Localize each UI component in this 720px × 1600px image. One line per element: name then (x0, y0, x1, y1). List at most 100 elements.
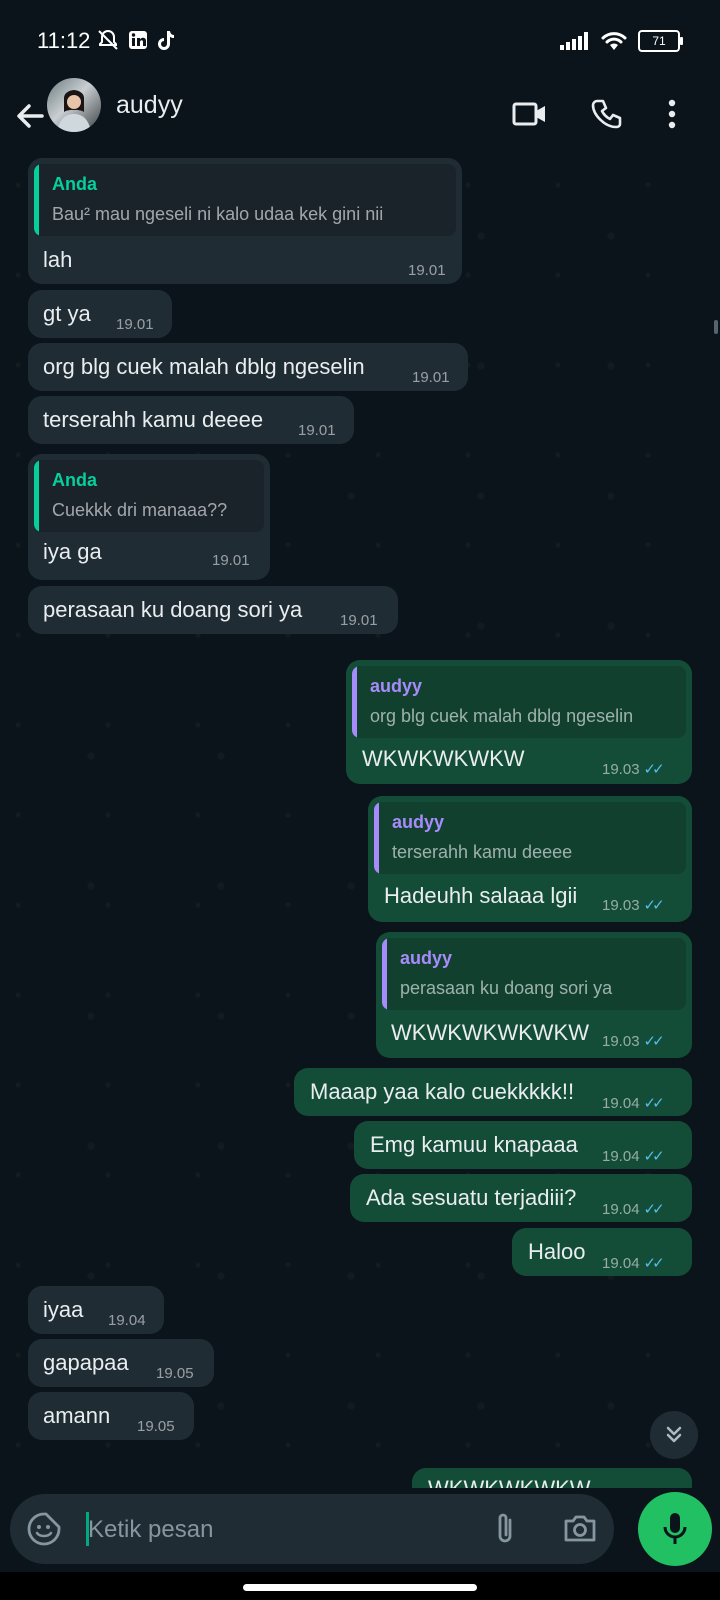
back-arrow-icon (17, 104, 44, 128)
quoted-text: perasaan ku doang sori ya (400, 978, 613, 998)
message-bubble-incoming[interactable]: Anda Bau² mau ngeseli ni kalo udaa kek g… (28, 158, 462, 284)
message-text: iya ga (43, 539, 102, 564)
message-bubble-outgoing[interactable]: audyy perasaan ku doang sori ya WKWKWKWK… (376, 932, 692, 1058)
system-nav-bar (0, 1572, 720, 1600)
voice-call-icon (591, 99, 622, 129)
message-time: 19.03 ✓✓ (602, 760, 665, 779)
quoted-message[interactable]: Anda Bau² mau ngeseli ni kalo udaa kek g… (34, 164, 456, 236)
back-button[interactable] (10, 96, 50, 136)
message-text: org blg cuek malah dblg ngeselin (43, 354, 365, 379)
attach-button[interactable] (490, 1510, 520, 1553)
battery-indicator: 71 (638, 30, 683, 52)
message-text: amann (43, 1403, 111, 1428)
chat-header: audyy (0, 78, 720, 158)
status-bar: 11:12 71 (0, 0, 720, 78)
contact-avatar[interactable] (47, 78, 101, 132)
quoted-text: terserahh kamu deeee (392, 842, 573, 862)
voice-message-button[interactable] (638, 1492, 712, 1566)
message-bubble-incoming[interactable]: amann 19.05 (28, 1392, 194, 1440)
message-time: 19.05 (137, 1418, 175, 1435)
message-text: Hadeuhh salaaa lgii (384, 883, 578, 908)
message-bubble-incoming[interactable]: org blg cuek malah dblg ngeselin 19.01 (28, 343, 468, 391)
more-vert-icon (668, 99, 676, 129)
message-bubble-outgoing[interactable]: Maaap yaa kalo cuekkkkk!! 19.04 ✓✓ (294, 1068, 692, 1116)
message-time: 19.01 (412, 369, 450, 386)
message-bubble-incoming[interactable]: Anda Cuekkk dri manaaa?? iya ga 19.01 (28, 454, 270, 580)
message-bubble-incoming[interactable]: gt ya 19.01 (28, 290, 172, 338)
message-text: Haloo (528, 1239, 586, 1264)
message-text: lah (43, 247, 73, 272)
mic-icon (663, 1513, 687, 1544)
message-time: 19.01 (408, 262, 446, 279)
quoted-message[interactable]: audyy perasaan ku doang sori ya (382, 938, 686, 1010)
message-bubble-outgoing[interactable]: Emg kamuu knapaaa 19.04 ✓✓ (354, 1121, 692, 1169)
message-bubble-incoming[interactable]: iyaa 19.04 (28, 1286, 164, 1334)
message-text: iyaa (43, 1297, 84, 1322)
quoted-author: Anda (52, 174, 97, 194)
more-options-button[interactable] (650, 92, 694, 136)
voice-call-button[interactable] (584, 92, 628, 136)
message-input[interactable]: Ketik pesan (88, 1516, 213, 1544)
message-text: terserahh kamu deeee (43, 407, 264, 432)
scrollbar[interactable] (714, 320, 718, 334)
emoji-button[interactable] (26, 1511, 62, 1552)
read-ticks-icon: ✓✓ (643, 1201, 665, 1218)
message-text: WKWKWKWKW (362, 746, 525, 771)
mute-bell-icon (98, 29, 118, 50)
contact-name[interactable]: audyy (116, 91, 183, 120)
quoted-author: audyy (392, 812, 445, 832)
video-call-button[interactable] (508, 92, 552, 136)
sticker-icon (27, 1512, 61, 1546)
quoted-author: Anda (52, 470, 97, 490)
message-text: WKWKWKWKWKW (391, 1020, 589, 1045)
tiktok-icon (158, 31, 174, 50)
read-ticks-icon: ✓✓ (643, 761, 665, 778)
read-ticks-icon: ✓✓ (643, 1255, 665, 1272)
message-time: 19.03 ✓✓ (602, 1032, 665, 1051)
message-time: 19.01 (116, 316, 154, 333)
status-time: 11:12 (37, 28, 91, 53)
message-text: Ada sesuatu terjadiii? (366, 1185, 577, 1210)
read-ticks-icon: ✓✓ (643, 1095, 665, 1112)
message-bubble-incoming[interactable]: gapapaa 19.05 (28, 1339, 214, 1387)
read-ticks-icon: ✓✓ (643, 1148, 665, 1165)
message-bubble-outgoing[interactable]: audyy org blg cuek malah dblg ngeselin W… (346, 660, 692, 784)
quoted-author: audyy (400, 948, 453, 968)
attach-icon (498, 1513, 512, 1543)
message-time: 19.04 ✓✓ (602, 1200, 665, 1219)
message-time: 19.04 (108, 1312, 146, 1329)
quoted-message[interactable]: audyy terserahh kamu deeee (374, 802, 686, 874)
double-chevron-down-icon (666, 1426, 682, 1443)
quoted-message[interactable]: Anda Cuekkk dri manaaa?? (34, 460, 264, 532)
message-bubble-outgoing[interactable]: audyy terserahh kamu deeee Hadeuhh salaa… (368, 796, 692, 922)
message-time: 19.03 ✓✓ (602, 896, 665, 915)
message-text: Emg kamuu knapaaa (370, 1132, 578, 1157)
message-text: Maaap yaa kalo cuekkkkk!! (310, 1079, 575, 1104)
linkedin-icon (129, 31, 147, 49)
camera-icon (564, 1515, 596, 1542)
read-ticks-icon: ✓✓ (643, 1033, 665, 1050)
read-ticks-icon: ✓✓ (643, 897, 665, 914)
message-bubble-incoming[interactable]: perasaan ku doang sori ya 19.01 (28, 586, 398, 634)
message-text: perasaan ku doang sori ya (43, 597, 303, 622)
message-bubble-outgoing[interactable]: WKWKWKWKW (412, 1468, 692, 1488)
message-text: gapapaa (43, 1350, 129, 1375)
camera-button[interactable] (562, 1512, 598, 1549)
quoted-author: audyy (370, 676, 423, 696)
message-time: 19.04 ✓✓ (602, 1254, 665, 1273)
scroll-to-bottom-button[interactable] (650, 1411, 698, 1459)
message-time: 19.04 ✓✓ (602, 1094, 665, 1113)
message-time: 19.04 ✓✓ (602, 1147, 665, 1166)
message-time: 19.05 (156, 1365, 194, 1382)
message-time: 19.01 (298, 422, 336, 439)
message-bubble-outgoing[interactable]: Ada sesuatu terjadiii? 19.04 ✓✓ (350, 1174, 692, 1222)
chat-area[interactable]: Anda Bau² mau ngeseli ni kalo udaa kek g… (0, 158, 720, 1488)
quoted-message[interactable]: audyy org blg cuek malah dblg ngeselin (352, 666, 686, 738)
message-text: gt ya (43, 301, 91, 326)
message-text: WKWKWKWKW (428, 1476, 591, 1488)
home-gesture-handle[interactable] (243, 1584, 477, 1591)
wifi-icon (601, 32, 627, 50)
signal-icon (560, 32, 588, 50)
message-bubble-outgoing[interactable]: Haloo 19.04 ✓✓ (512, 1228, 692, 1276)
message-bubble-incoming[interactable]: terserahh kamu deeee 19.01 (28, 396, 354, 444)
